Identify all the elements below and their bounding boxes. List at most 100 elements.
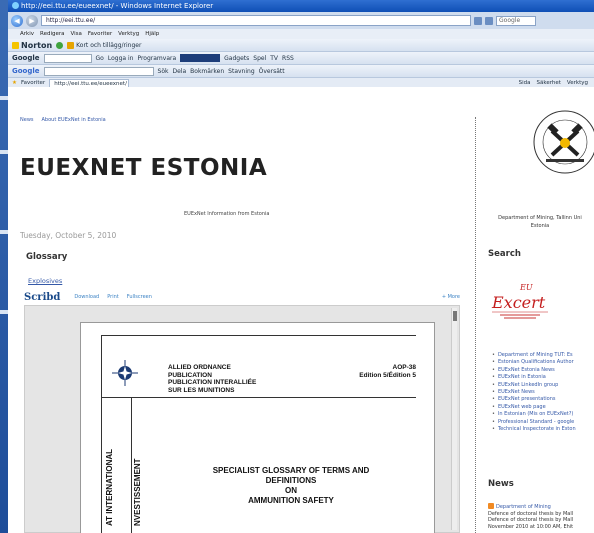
scrollbar-thumb[interactable]	[453, 311, 457, 321]
sidebar-link[interactable]: Technical Inspectorate in Eston	[492, 426, 576, 433]
title-line: AMMUNITION SAFETY	[248, 496, 334, 505]
norton-label[interactable]: Norton	[21, 41, 52, 50]
document-page: ALLIED ORDNANCE PUBLICATION PUBLICATION …	[80, 322, 435, 533]
post-date: Tuesday, October 5, 2010	[20, 231, 117, 240]
sidebar-link[interactable]: EUExNet presentations	[492, 396, 576, 403]
refresh-icon[interactable]	[474, 16, 482, 25]
sidebar-link[interactable]: Professional Standard - google	[492, 419, 576, 426]
sidebar-link[interactable]: Department of Mining TUT: Es	[492, 352, 576, 359]
sidebar-link[interactable]: EUExNet web page	[492, 404, 576, 411]
news-source[interactable]: Department of Mining	[496, 504, 551, 510]
rss-icon	[488, 503, 494, 509]
nav-link-about[interactable]: About EUExNet in Estonia	[42, 117, 106, 123]
google-toolbar-label[interactable]: Google	[12, 54, 40, 62]
search-input[interactable]: Google	[496, 15, 536, 26]
menu-item[interactable]: Favoriter	[88, 29, 112, 39]
svg-text:EU: EU	[519, 283, 533, 292]
menu-item[interactable]: Redigera	[40, 29, 64, 39]
nato-star-icon	[112, 360, 138, 386]
norton-check-icon	[56, 41, 64, 49]
top-nav: News About EUExNet in Estonia	[20, 117, 106, 123]
toolbar-item[interactable]: Bokmärken	[190, 68, 224, 75]
fullscreen-button[interactable]: Fullscreen	[127, 294, 152, 300]
aop-number: AOP-38	[392, 364, 416, 371]
toolbar-item[interactable]: Sök	[158, 68, 169, 75]
euexcert-logo[interactable]: EU Excert	[490, 281, 550, 321]
vertical-text-1: AT INTERNATIONAL	[105, 403, 119, 533]
toolbar-item[interactable]: TV	[270, 55, 278, 62]
safety-menu[interactable]: Säkerhet	[536, 80, 560, 86]
header-line: PUBLICATION INTERALLIÉE	[168, 379, 257, 386]
window-title: http://eei.ttu.ee/eueexnet/ - Windows In…	[21, 2, 214, 10]
nav-link-news[interactable]: News	[20, 117, 34, 123]
google-search-input[interactable]	[43, 66, 154, 76]
viewer-scrollbar[interactable]	[451, 308, 457, 530]
sidebar-link[interactable]: EUExNet in Estonia	[492, 374, 576, 381]
google-search-label: Google	[12, 67, 40, 75]
menu-item[interactable]: Verktyg	[118, 29, 139, 39]
google-toolbar-input[interactable]	[43, 53, 92, 63]
window-titlebar[interactable]: http://eei.ttu.ee/eueexnet/ - Windows In…	[8, 0, 594, 12]
desktop-edge	[0, 0, 8, 533]
toolbar-item[interactable]: Gadgets	[224, 55, 249, 62]
back-button[interactable]: ◀	[11, 14, 23, 27]
toolbar-item[interactable]: Dela	[173, 68, 187, 75]
menu-item[interactable]: Arkiv	[20, 29, 34, 39]
menu-item[interactable]: Hjälp	[145, 29, 159, 39]
vertical-text-2: NVESTISSEMENT	[133, 403, 147, 533]
more-button[interactable]: + More	[442, 294, 460, 300]
download-button[interactable]: Download	[74, 294, 99, 300]
address-input[interactable]: http://eei.ttu.ee/	[41, 15, 471, 26]
norton-toolbar: Norton Kort och tillägg/ringer	[8, 39, 594, 52]
ie-logo-icon	[12, 2, 19, 9]
favorites-star-icon[interactable]: ★	[12, 80, 17, 86]
header-line: PUBLICATION	[168, 371, 212, 379]
page-menu[interactable]: Sida	[519, 80, 531, 86]
post-title: Glossary	[26, 252, 68, 262]
menu-item[interactable]: Visa	[70, 29, 81, 39]
norton-icon	[12, 41, 19, 49]
column-divider	[475, 117, 476, 533]
forward-button[interactable]: ▶	[26, 14, 38, 27]
dept-line: Department of Mining, Tallinn Uni	[498, 215, 582, 221]
sidebar-link[interactable]: EUExNet LinkedIn group	[492, 382, 576, 389]
page-content: News About EUExNet in Estonia EUEXNET ES…	[8, 87, 594, 533]
blog-title[interactable]: EUEXNET ESTONIA	[20, 155, 267, 181]
post-link[interactable]: Explosives	[28, 277, 62, 285]
card-icon	[67, 41, 75, 49]
department-caption: Department of Mining, Tallinn Uni Estoni…	[480, 214, 594, 230]
sidebar-link[interactable]: EUExNet News	[492, 389, 576, 396]
toolbar-item[interactable]: Spel	[253, 55, 266, 62]
sidebar-link[interactable]: Estonian Qualifications Author	[492, 359, 576, 366]
print-button[interactable]: Print	[107, 294, 119, 300]
aop-edition: Edition 5/Édition 5	[359, 371, 416, 379]
link-list: Department of Mining TUT: Es Estonian Qu…	[492, 352, 576, 433]
news-feed: Department of Mining Defence of doctoral…	[488, 503, 573, 530]
scribd-toolbar: Scribd Download Print Fullscreen + More	[24, 290, 460, 304]
news-heading: News	[488, 479, 514, 489]
favorites-button[interactable]: Favoriter	[21, 80, 45, 86]
document-title: SPECIALIST GLOSSARY OF TERMS AND DEFINIT…	[191, 466, 391, 506]
news-item[interactable]: Defence of doctoral thesis by Mall	[488, 517, 573, 524]
toolbar-item[interactable]: Översätt	[259, 68, 285, 75]
title-line: ON	[285, 486, 297, 495]
toolbar-item[interactable]: Stavning	[228, 68, 254, 75]
sidebar-link[interactable]: EUExNet Estonia News	[492, 367, 576, 374]
header-line: ALLIED ORDNANCE	[168, 364, 231, 371]
toolbar-item[interactable]: RSS	[282, 55, 294, 62]
toolbar-item[interactable]: Logga in	[108, 55, 134, 62]
tools-menu[interactable]: Verktyg	[567, 80, 588, 86]
search-heading: Search	[488, 249, 521, 259]
page-column-rule	[131, 397, 132, 533]
vertical-label-1: AT INTERNATIONAL	[105, 448, 114, 526]
dept-line: Estonia	[530, 223, 550, 229]
sidebar-link[interactable]: In Estonian (Mis on EUExNet?)	[492, 411, 576, 418]
toolbar-item[interactable]: Go	[96, 55, 104, 62]
toolbar-item[interactable]: Programvara	[137, 55, 176, 62]
stop-icon[interactable]	[485, 16, 493, 25]
norton-extra[interactable]: Kort och tillägg/ringer	[76, 42, 141, 49]
scribd-logo[interactable]: Scribd	[24, 292, 60, 303]
news-item: November 2010 at 10:00 AM, Ehit	[488, 523, 574, 530]
title-line: DEFINITIONS	[265, 476, 317, 485]
document-viewer[interactable]: ALLIED ORDNANCE PUBLICATION PUBLICATION …	[24, 305, 460, 533]
